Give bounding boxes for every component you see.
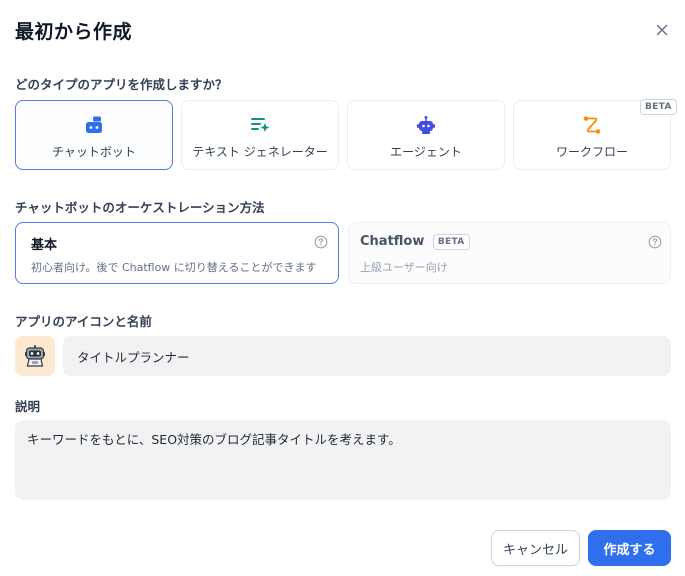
workflow-beta-badge: BETA [640, 99, 677, 115]
orchestration-basic-title: 基本 [31, 238, 58, 253]
chatbot-icon [86, 116, 102, 133]
orchestration-chatflow: Chatflow BETA 上級ユーザー向け [348, 222, 671, 284]
orchestration-chatflow-description: 上級ユーザー向け [360, 261, 448, 274]
cancel-button[interactable]: キャンセル [491, 530, 580, 566]
workflow-icon [583, 116, 601, 134]
description-textarea[interactable]: キーワードをもとに、SEO対策のブログ記事タイトルを考えます。 [15, 420, 671, 500]
app-type-label-workflow: ワークフロー [555, 145, 628, 159]
orchestration-label: チャットボットのオーケストレーション方法 [15, 200, 265, 215]
app-name-input[interactable] [63, 336, 671, 376]
orchestration-basic-description: 初心者向け。後で Chatflow に切り替えることができます [31, 261, 317, 274]
icon-name-label: アプリのアイコンと名前 [15, 314, 152, 329]
close-icon[interactable] [652, 20, 672, 40]
help-icon[interactable] [648, 235, 662, 249]
app-type-chatbot[interactable]: チャットボット [15, 100, 173, 170]
help-icon[interactable] [314, 235, 328, 249]
app-avatar[interactable] [15, 336, 55, 376]
orchestration-chatflow-title: Chatflow BETA [360, 234, 470, 250]
agent-icon [417, 116, 435, 134]
orchestration-chatflow-title-text: Chatflow [360, 234, 425, 249]
app-type-label: どのタイプのアプリを作成しますか？ [15, 77, 228, 92]
description-label: 説明 [15, 399, 41, 414]
app-type-text-generator[interactable]: テキスト ジェネレーター [181, 100, 339, 170]
create-button[interactable]: 作成する [588, 530, 671, 566]
chatflow-beta-badge: BETA [432, 234, 470, 250]
orchestration-basic[interactable]: 基本 初心者向け。後で Chatflow に切り替えることができます [15, 222, 339, 284]
text-generator-icon [251, 118, 270, 132]
app-type-label-chatbot: チャットボット [52, 145, 136, 159]
app-type-agent[interactable]: エージェント [347, 100, 505, 170]
robot-avatar-icon [25, 345, 45, 367]
dialog-title: 最初から作成 [15, 21, 133, 43]
app-type-label-agent: エージェント [390, 145, 462, 159]
create-app-dialog: 最初から作成 どのタイプのアプリを作成しますか？ チャットボット テキスト ジェ… [0, 0, 685, 576]
app-type-label-text-generator: テキスト ジェネレーター [192, 145, 328, 159]
